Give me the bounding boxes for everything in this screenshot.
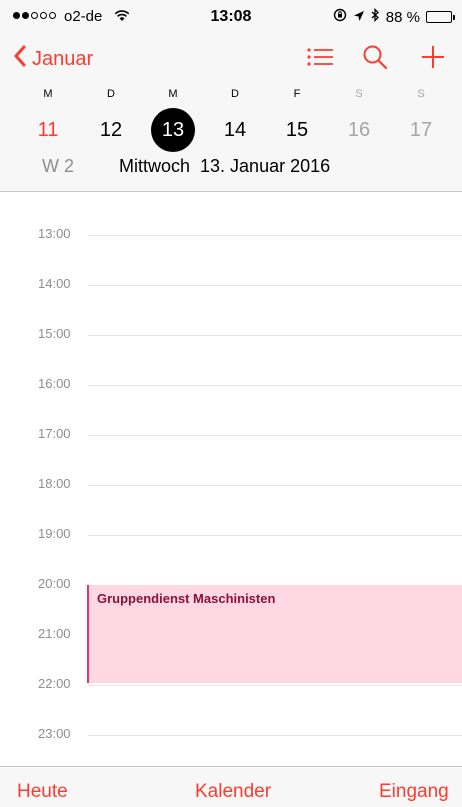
date-cell[interactable]: 14: [213, 108, 257, 152]
hour-row: 16:00: [0, 376, 462, 391]
hour-row: 18:00: [0, 476, 462, 491]
hour-row: 22:00: [0, 676, 462, 691]
search-icon[interactable]: [362, 44, 388, 75]
date-cell[interactable]: 17: [399, 108, 443, 152]
hour-divider: [88, 435, 462, 436]
bluetooth-icon: [371, 7, 380, 26]
hour-label: 20:00: [38, 576, 71, 591]
hour-divider: [88, 485, 462, 486]
battery-percentage: 88 %: [385, 8, 420, 26]
hour-divider: [88, 235, 462, 236]
weekday-header: M D M D F S S: [0, 88, 462, 102]
hour-label: 17:00: [38, 426, 71, 441]
hour-label: 19:00: [38, 526, 71, 541]
calendar-header: o2-de 13:08 88 % Januar M D M D F S S 11…: [0, 0, 462, 192]
week-number: W 2: [42, 156, 75, 176]
back-to-month-button[interactable]: Januar: [14, 45, 93, 73]
bottom-toolbar: Heute Kalender Eingang: [0, 766, 462, 807]
add-event-icon[interactable]: [420, 44, 446, 75]
week-strip: 11 12 13 14 15 16 17: [0, 108, 462, 152]
hour-divider: [88, 385, 462, 386]
date-cell[interactable]: 12: [89, 108, 133, 152]
hour-label: 14:00: [38, 276, 71, 291]
hour-row: 17:00: [0, 426, 462, 441]
weekday-label: S: [417, 88, 425, 100]
hour-row: 15:00: [0, 326, 462, 341]
date-cell[interactable]: 16: [337, 108, 381, 152]
back-label: Januar: [32, 47, 94, 70]
status-bar: o2-de 13:08 88 %: [0, 0, 462, 36]
hour-divider: [88, 535, 462, 536]
location-arrow-icon: [353, 9, 365, 26]
battery-icon: [426, 11, 455, 23]
hour-divider: [88, 735, 462, 736]
today-button[interactable]: Heute: [17, 781, 68, 803]
weekday-label: S: [355, 88, 363, 100]
calendars-button[interactable]: Kalender: [195, 781, 271, 803]
hour-divider: [88, 335, 462, 336]
rotation-lock-icon: [333, 8, 347, 26]
weekday-label: D: [231, 88, 239, 100]
status-right: 88 %: [333, 7, 455, 26]
day-timeline[interactable]: 13:00 14:00 15:00 16:00 17:00 18:00 19:0…: [0, 193, 462, 766]
date-cell[interactable]: 15: [275, 108, 319, 152]
hour-label: 18:00: [38, 476, 71, 491]
hour-label: 13:00: [38, 226, 71, 241]
hour-label: 15:00: [38, 326, 71, 341]
weekday-label: D: [107, 88, 115, 100]
calendar-event[interactable]: Gruppendienst Maschinisten: [87, 585, 462, 683]
navigation-bar: Januar: [0, 36, 462, 80]
chevron-left-icon: [14, 45, 26, 73]
hour-label: 16:00: [38, 376, 71, 391]
inbox-button[interactable]: Eingang: [379, 781, 449, 803]
weekday-label: M: [168, 88, 178, 100]
hour-row: 14:00: [0, 276, 462, 291]
hour-label: 23:00: [38, 726, 71, 741]
hour-label: 21:00: [38, 626, 71, 641]
date-cell[interactable]: 11: [26, 108, 70, 152]
list-view-icon[interactable]: [306, 44, 334, 75]
selected-date-title: Mittwoch 13. Januar 2016: [119, 156, 331, 176]
date-cell-selected[interactable]: 13: [151, 108, 195, 152]
weekday-label: F: [293, 88, 301, 100]
event-title: Gruppendienst Maschinisten: [97, 591, 276, 606]
hour-row: 13:00: [0, 226, 462, 241]
hour-label: 22:00: [38, 676, 71, 691]
hour-row: 19:00: [0, 526, 462, 541]
hour-divider: [88, 285, 462, 286]
weekday-label: M: [43, 88, 53, 100]
hour-divider: [88, 685, 462, 686]
hour-row: 23:00: [0, 726, 462, 741]
